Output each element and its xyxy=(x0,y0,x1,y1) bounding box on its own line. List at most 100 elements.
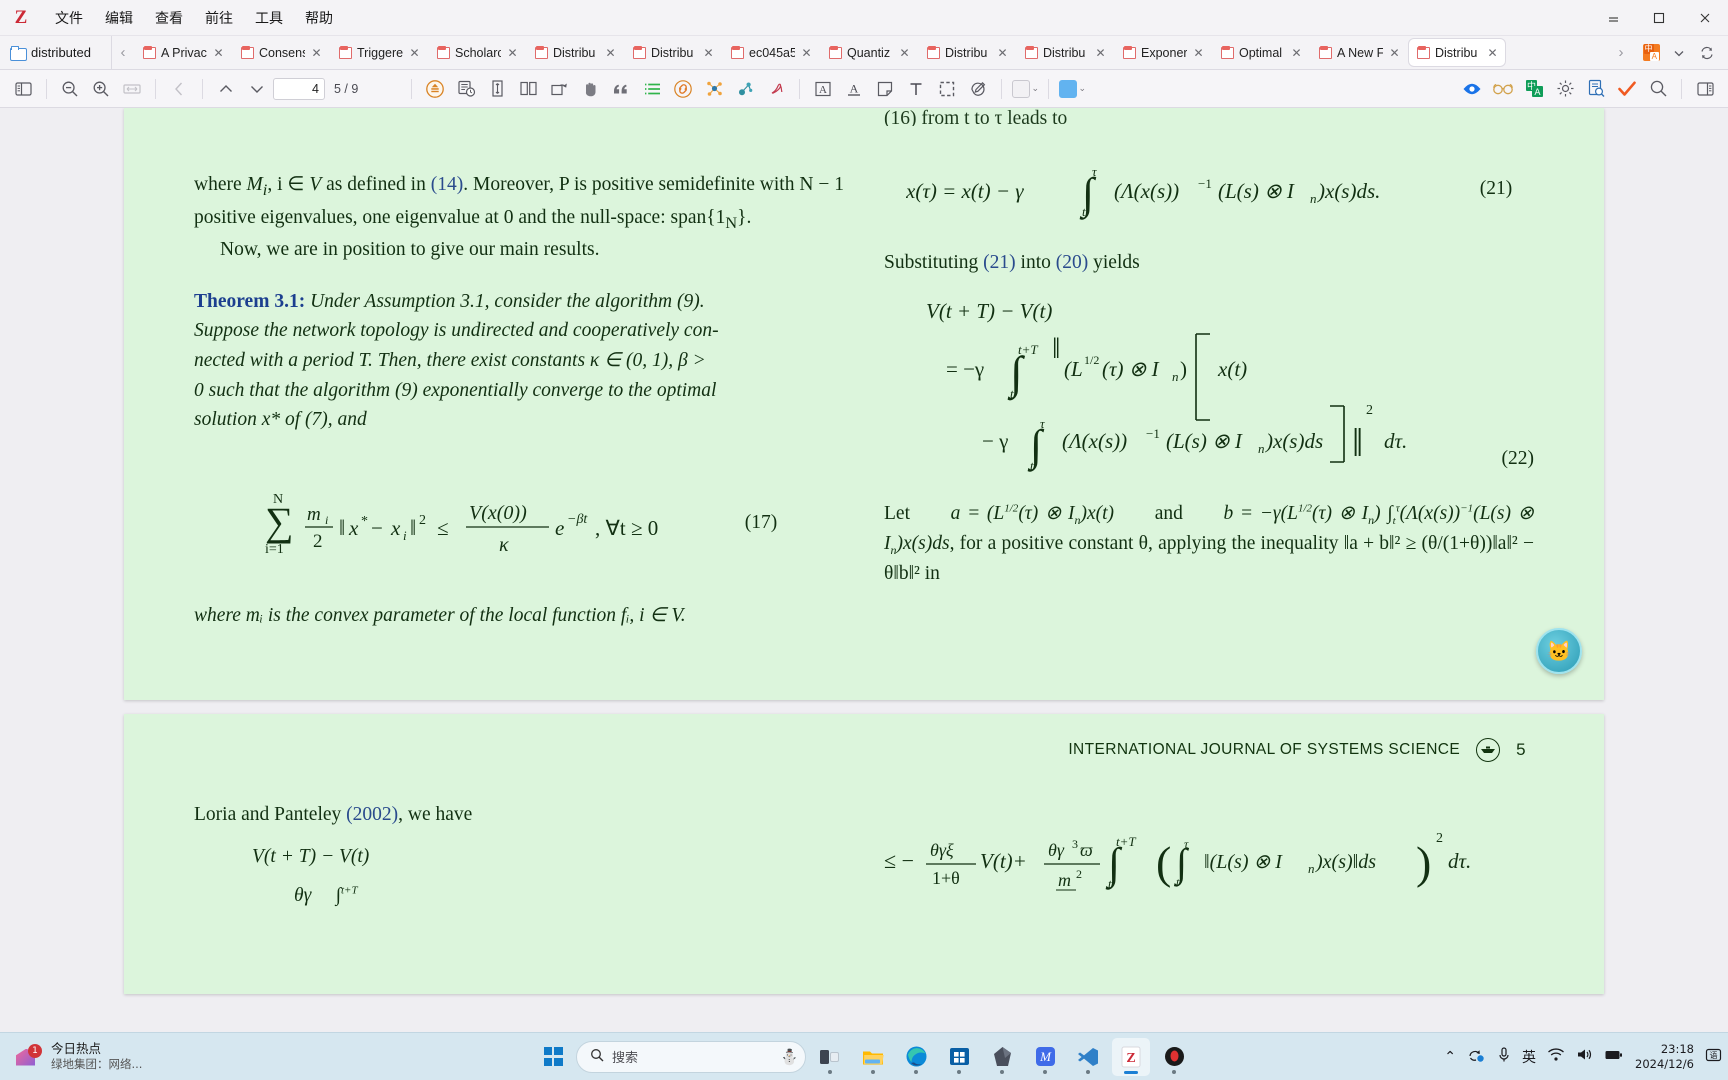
link-button[interactable] xyxy=(668,75,698,103)
read-aloud-button[interactable] xyxy=(451,75,481,103)
tab-item-13-active[interactable]: Distribu ✕ xyxy=(1409,39,1505,66)
two-page-view-button[interactable] xyxy=(513,75,543,103)
tab-item-0[interactable]: A Privac ✕ xyxy=(135,39,231,66)
tab-close-icon[interactable]: ✕ xyxy=(212,46,225,60)
tab-scroll-right-button[interactable]: › xyxy=(1610,36,1632,69)
confirm-button[interactable] xyxy=(1612,75,1642,103)
zoom-in-button[interactable] xyxy=(86,75,116,103)
hand-tool-button[interactable] xyxy=(575,75,605,103)
add-text-button[interactable] xyxy=(901,75,931,103)
tab-scroll-left-button[interactable]: ‹ xyxy=(112,36,134,69)
folder-color-picker[interactable]: ⌄ xyxy=(1057,75,1087,103)
sync-button[interactable] xyxy=(1694,40,1720,66)
assistant-avatar-icon[interactable]: 🐱 xyxy=(1536,628,1582,674)
zoom-fit-width-button[interactable] xyxy=(117,75,147,103)
windows-start-button[interactable] xyxy=(535,1039,571,1075)
taskbar-app-m[interactable]: M xyxy=(1026,1038,1064,1076)
right-panel-toggle-button[interactable] xyxy=(1690,75,1720,103)
battery-icon[interactable] xyxy=(1604,1047,1624,1066)
maximize-button[interactable] xyxy=(1636,0,1682,36)
microphone-icon[interactable] xyxy=(1497,1046,1511,1067)
tray-chevron-up-icon[interactable]: ⌃ xyxy=(1444,1049,1456,1065)
tab-close-icon[interactable]: ✕ xyxy=(1388,46,1401,60)
reference-21[interactable]: (21) xyxy=(983,252,1016,273)
citation-year-link[interactable]: (2002) xyxy=(346,804,398,825)
tab-item-9[interactable]: Distribu ✕ xyxy=(1017,39,1113,66)
zotero-translate-button[interactable] xyxy=(420,75,450,103)
tab-close-icon[interactable]: ✕ xyxy=(800,46,813,60)
tab-close-icon[interactable]: ✕ xyxy=(1192,46,1205,60)
tab-item-8[interactable]: Distribu ✕ xyxy=(919,39,1015,66)
highlight-text-button[interactable]: A xyxy=(808,75,838,103)
taskbar-app-microsoft-store[interactable] xyxy=(940,1038,978,1076)
tab-item-3[interactable]: Scholarc ✕ xyxy=(429,39,525,66)
tab-close-icon[interactable]: ✕ xyxy=(996,46,1009,60)
page-number-input[interactable] xyxy=(273,77,325,100)
tab-item-1[interactable]: Consens ✕ xyxy=(233,39,329,66)
pdf-viewer[interactable]: where Mi, i ∈ V as defined in (14). More… xyxy=(0,108,1728,1032)
translate-green-button[interactable]: 中A xyxy=(1519,75,1549,103)
tab-item-4[interactable]: Distribu ✕ xyxy=(527,39,623,66)
menu-edit[interactable]: 编辑 xyxy=(94,4,144,32)
taskbar-app-microsoft-edge[interactable] xyxy=(897,1038,935,1076)
menu-help[interactable]: 帮助 xyxy=(294,4,344,32)
tab-close-icon[interactable]: ✕ xyxy=(408,46,421,60)
pdf-page-4[interactable]: where Mi, i ∈ V as defined in (14). More… xyxy=(124,108,1604,700)
minimize-button[interactable] xyxy=(1590,0,1636,36)
close-button[interactable] xyxy=(1682,0,1728,36)
tab-close-icon[interactable]: ✕ xyxy=(1094,46,1107,60)
previous-page-button[interactable] xyxy=(211,75,241,103)
news-widget[interactable]: 1 今日热点 绿地集团：网络... xyxy=(0,1041,300,1072)
ime-language-indicator[interactable]: 英 xyxy=(1522,1047,1536,1067)
notification-center-icon[interactable]: 语 xyxy=(1705,1047,1722,1067)
glasses-button[interactable] xyxy=(1488,75,1518,103)
navigate-back-button[interactable] xyxy=(164,75,194,103)
tab-close-icon[interactable]: ✕ xyxy=(506,46,519,60)
taskbar-app-zotero[interactable]: Z xyxy=(1112,1037,1150,1076)
tab-close-icon[interactable]: ✕ xyxy=(604,46,617,60)
rotate-button[interactable] xyxy=(544,75,574,103)
menu-file[interactable]: 文件 xyxy=(44,4,94,32)
tab-item-6[interactable]: ec045a5 ✕ xyxy=(723,39,819,66)
tab-close-icon[interactable]: ✕ xyxy=(310,46,323,60)
menu-view[interactable]: 查看 xyxy=(144,4,194,32)
taskbar-app-red[interactable] xyxy=(1155,1038,1193,1076)
reference-20[interactable]: (20) xyxy=(1056,252,1089,273)
select-area-button[interactable] xyxy=(932,75,962,103)
tab-close-icon[interactable]: ✕ xyxy=(898,46,911,60)
tab-item-12[interactable]: A New F ✕ xyxy=(1311,39,1407,66)
taskbar-app-obsidian[interactable] xyxy=(983,1038,1021,1076)
quote-button[interactable] xyxy=(606,75,636,103)
taskbar-app-file-explorer[interactable] xyxy=(854,1038,892,1076)
zoom-out-button[interactable] xyxy=(55,75,85,103)
tab-close-icon[interactable]: ✕ xyxy=(1486,46,1499,60)
annotation-color-picker[interactable]: ⌄ xyxy=(1010,75,1040,103)
onedrive-sync-icon[interactable] xyxy=(1467,1047,1486,1067)
taskbar-search-input[interactable]: 搜索 ⛄ xyxy=(576,1040,806,1073)
page-fit-button[interactable] xyxy=(482,75,512,103)
translate-button[interactable] xyxy=(1638,40,1664,66)
network-graph-button[interactable] xyxy=(699,75,729,103)
taskbar-clock[interactable]: 23:18 2024/12/6 xyxy=(1635,1042,1694,1071)
list-button[interactable] xyxy=(637,75,667,103)
search-button[interactable] xyxy=(1643,75,1673,103)
adobe-button[interactable] xyxy=(761,75,791,103)
sticky-note-button[interactable] xyxy=(870,75,900,103)
tab-item-7[interactable]: Quantiz ✕ xyxy=(821,39,917,66)
menu-tools[interactable]: 工具 xyxy=(244,4,294,32)
tab-item-11[interactable]: Optimal ✕ xyxy=(1213,39,1309,66)
tab-item-5[interactable]: Distribu ✕ xyxy=(625,39,721,66)
reference-14[interactable]: (14) xyxy=(431,174,464,195)
pdf-page-5[interactable]: Loria and Panteley (2002), we have V(t +… xyxy=(124,714,1604,994)
tab-close-icon[interactable]: ✕ xyxy=(1290,46,1303,60)
settings-button[interactable] xyxy=(1550,75,1580,103)
draw-button[interactable] xyxy=(963,75,993,103)
connected-papers-button[interactable] xyxy=(730,75,760,103)
document-search-button[interactable] xyxy=(1581,75,1611,103)
tab-library[interactable]: distributed xyxy=(2,36,112,69)
tab-item-10[interactable]: Exponer ✕ xyxy=(1115,39,1211,66)
wifi-icon[interactable] xyxy=(1547,1047,1565,1066)
tab-item-2[interactable]: Triggere ✕ xyxy=(331,39,427,66)
tab-close-icon[interactable]: ✕ xyxy=(702,46,715,60)
volume-icon[interactable] xyxy=(1576,1047,1593,1066)
